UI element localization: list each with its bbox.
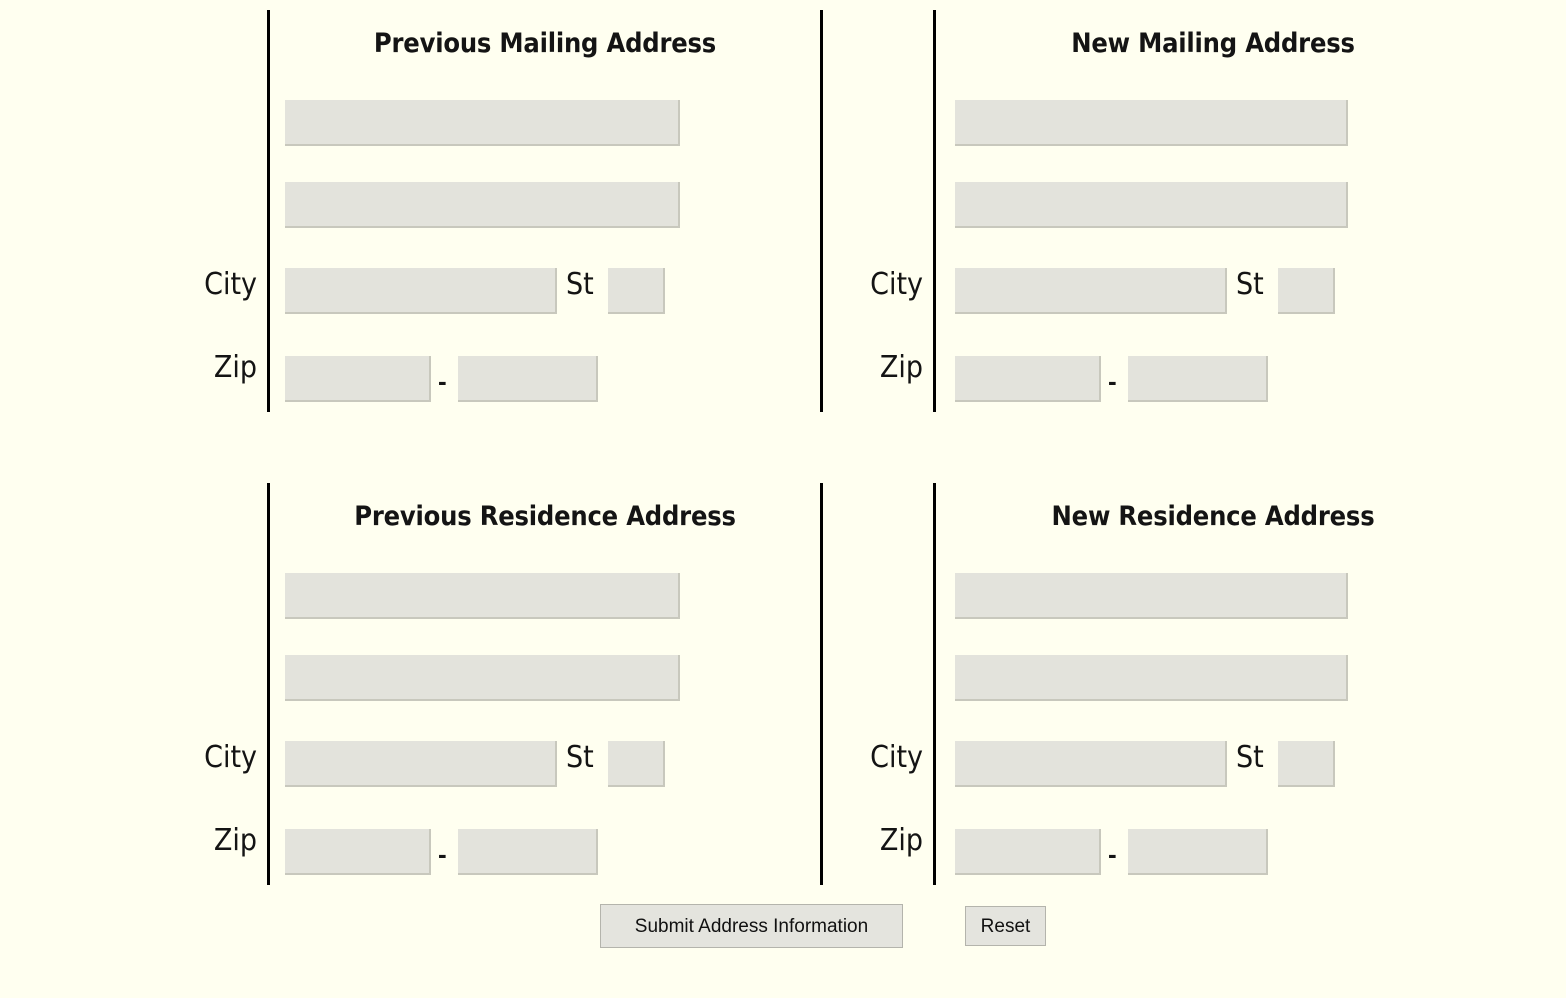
address-line-1-input-previous-residence[interactable]	[285, 573, 680, 619]
address-block-new-residence: New Residence Address City St Zip -	[870, 483, 1493, 885]
city-input-previous-mailing[interactable]	[285, 268, 557, 314]
address-line-1-input-previous-mailing[interactable]	[285, 100, 680, 146]
zip5-input-previous-residence[interactable]	[285, 829, 431, 875]
zip5-input-new-mailing[interactable]	[955, 356, 1101, 402]
address-block-previous-mailing: Previous Mailing Address City St Zip -	[204, 10, 823, 412]
block-heading-previous-mailing: Previous Mailing Address	[373, 28, 717, 59]
address-change-form: Previous Mailing Address City St Zip - N…	[0, 0, 1566, 998]
city-label-previous-mailing: City	[204, 267, 257, 302]
city-input-new-residence[interactable]	[955, 741, 1227, 787]
reset-button[interactable]: Reset	[965, 906, 1046, 946]
zip-separator-previous-residence: -	[438, 839, 447, 869]
state-input-new-residence[interactable]	[1278, 741, 1335, 787]
zip-label-previous-mailing: Zip	[213, 350, 257, 385]
state-label-previous-residence: St	[566, 740, 594, 775]
city-label-previous-residence: City	[204, 740, 257, 775]
city-input-new-mailing[interactable]	[955, 268, 1227, 314]
zip4-input-new-residence[interactable]	[1128, 829, 1268, 875]
block-divider-line-left	[267, 10, 270, 412]
state-label-new-mailing: St	[1236, 267, 1264, 302]
zip-separator-previous-mailing: -	[438, 366, 447, 396]
city-input-previous-residence[interactable]	[285, 741, 557, 787]
zip-label-previous-residence: Zip	[213, 823, 257, 858]
state-input-previous-mailing[interactable]	[608, 268, 665, 314]
zip4-input-previous-residence[interactable]	[458, 829, 598, 875]
block-divider-line-left	[933, 483, 936, 885]
block-divider-line-left	[267, 483, 270, 885]
zip5-input-previous-mailing[interactable]	[285, 356, 431, 402]
zip4-input-previous-mailing[interactable]	[458, 356, 598, 402]
zip5-input-new-residence[interactable]	[955, 829, 1101, 875]
city-label-new-mailing: City	[870, 267, 923, 302]
address-block-previous-residence: Previous Residence Address City St Zip -	[204, 483, 823, 885]
state-input-new-mailing[interactable]	[1278, 268, 1335, 314]
address-line-2-input-previous-residence[interactable]	[285, 655, 680, 701]
zip-separator-new-residence: -	[1108, 839, 1117, 869]
block-divider-line-right	[820, 10, 823, 412]
zip-label-new-mailing: Zip	[879, 350, 923, 385]
address-line-2-input-new-residence[interactable]	[955, 655, 1348, 701]
address-line-2-input-new-mailing[interactable]	[955, 182, 1348, 228]
address-line-1-input-new-residence[interactable]	[955, 573, 1348, 619]
block-divider-line-left	[933, 10, 936, 412]
address-block-new-mailing: New Mailing Address City St Zip -	[870, 10, 1493, 412]
zip-separator-new-mailing: -	[1108, 366, 1117, 396]
block-heading-new-residence: New Residence Address	[1051, 501, 1375, 532]
zip4-input-new-mailing[interactable]	[1128, 356, 1268, 402]
zip-label-new-residence: Zip	[879, 823, 923, 858]
address-line-1-input-new-mailing[interactable]	[955, 100, 1348, 146]
state-label-previous-mailing: St	[566, 267, 594, 302]
block-heading-previous-residence: Previous Residence Address	[354, 501, 736, 532]
submit-address-information-button[interactable]: Submit Address Information	[600, 904, 903, 948]
address-line-2-input-previous-mailing[interactable]	[285, 182, 680, 228]
block-divider-line-right	[820, 483, 823, 885]
state-input-previous-residence[interactable]	[608, 741, 665, 787]
city-label-new-residence: City	[870, 740, 923, 775]
state-label-new-residence: St	[1236, 740, 1264, 775]
block-heading-new-mailing: New Mailing Address	[1071, 28, 1355, 59]
